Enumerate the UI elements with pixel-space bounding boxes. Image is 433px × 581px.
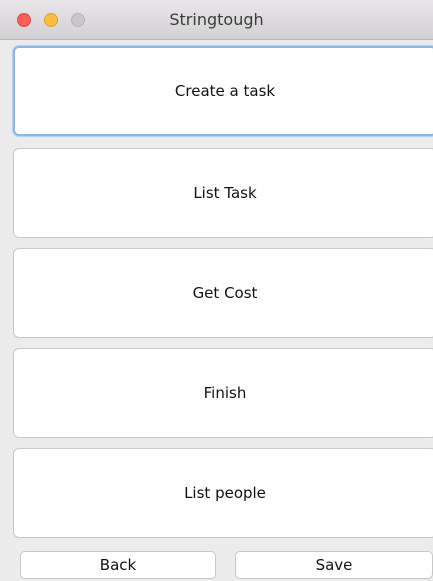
back-button[interactable]: Back — [20, 551, 216, 579]
create-task-button[interactable]: Create a task — [13, 46, 433, 136]
get-cost-button[interactable]: Get Cost — [13, 248, 433, 338]
list-people-button[interactable]: List people — [13, 448, 433, 538]
save-button[interactable]: Save — [235, 551, 433, 579]
list-task-button[interactable]: List Task — [13, 148, 433, 238]
finish-button[interactable]: Finish — [13, 348, 433, 438]
window-title: Stringtough — [169, 10, 264, 29]
title-bar: Stringtough — [0, 0, 433, 40]
